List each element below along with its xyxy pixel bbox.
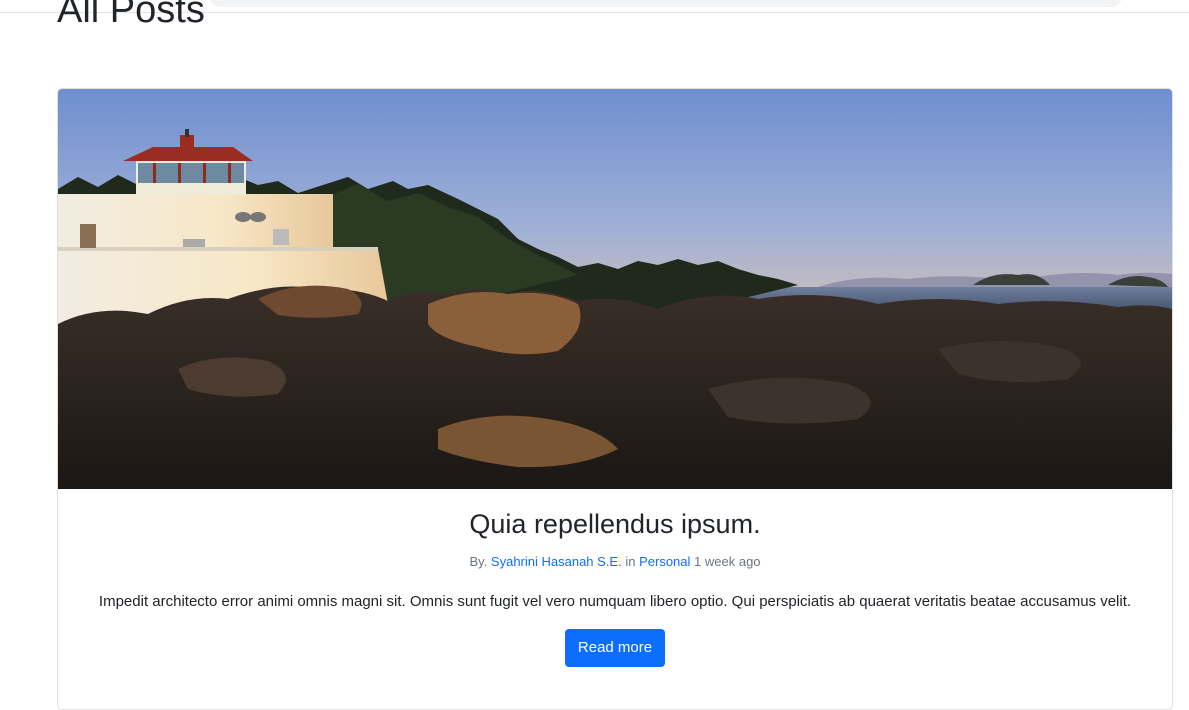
post-image[interactable] (58, 89, 1172, 489)
post-excerpt: Impedit architecto error animi omnis mag… (98, 593, 1132, 610)
post-meta: By. Syahrini Hasanah S.E. in Personal 1 … (58, 554, 1172, 570)
by-label: By. (469, 554, 488, 569)
address-bar[interactable] (210, 0, 1122, 7)
read-more-button[interactable]: Read more (564, 629, 666, 667)
post-title[interactable]: Quia repellendus ipsum. (58, 508, 1172, 540)
in-label: in (625, 554, 636, 569)
author-link[interactable]: Syahrini Hasanah S.E. (491, 554, 622, 569)
post-time: 1 week ago (694, 554, 761, 569)
post-card: Quia repellendus ipsum. By. Syahrini Has… (57, 88, 1173, 710)
page-title: All Posts (57, 0, 205, 31)
category-link[interactable]: Personal (639, 554, 690, 569)
post-card-body: Quia repellendus ipsum. By. Syahrini Has… (58, 489, 1172, 667)
